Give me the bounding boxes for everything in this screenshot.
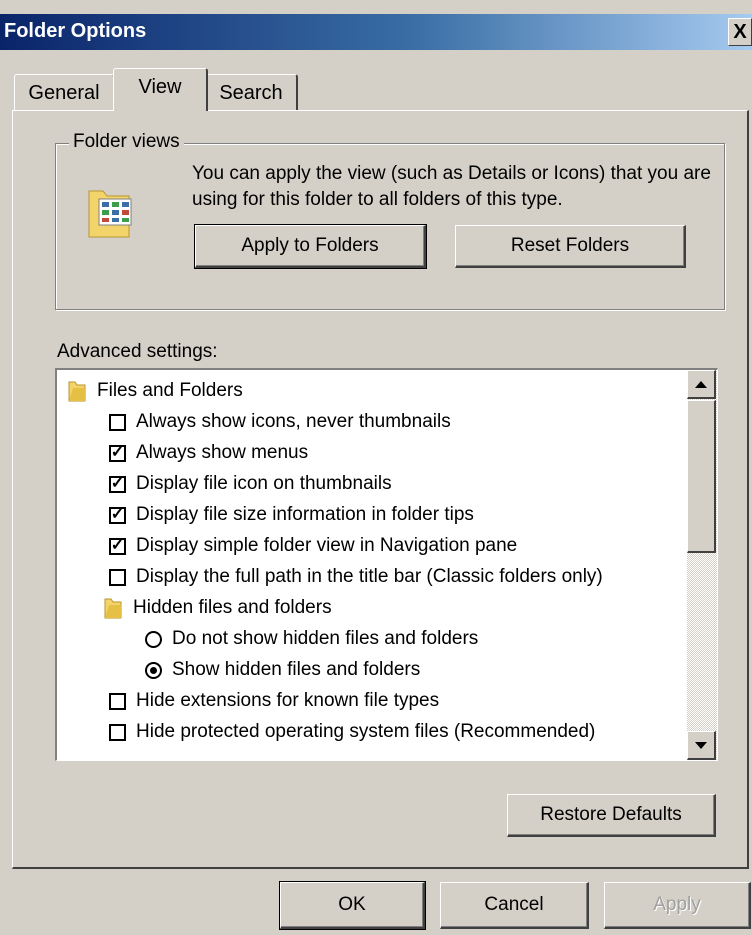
vertical-scrollbar[interactable] — [687, 370, 717, 760]
folder-icon — [104, 598, 122, 619]
cancel-button[interactable]: Cancel — [440, 882, 589, 929]
list-item-label: Always show icons, never thumbnails — [136, 411, 451, 432]
checkbox-unchecked-icon[interactable] — [109, 723, 126, 741]
folder-view-icon — [88, 190, 132, 238]
scroll-up-button[interactable] — [687, 370, 716, 399]
folder-views-description: You can apply the view (such as Details … — [192, 163, 711, 210]
ok-label: OK — [338, 894, 366, 915]
list-item-label: Display file icon on thumbnails — [136, 473, 392, 494]
list-item-label: Hidden files and folders — [133, 597, 332, 618]
title-bar[interactable]: Folder Options X — [0, 14, 752, 50]
list-item[interactable]: ✓ Display file size information in folde… — [109, 500, 474, 530]
list-item[interactable]: Files and Folders — [67, 376, 243, 406]
reset-folders-button[interactable]: Reset Folders — [455, 225, 686, 268]
checkbox-unchecked-icon[interactable] — [109, 568, 126, 586]
list-item[interactable]: Display the full path in the title bar (… — [109, 562, 603, 592]
list-item-label: Show hidden files and folders — [172, 659, 421, 680]
close-button[interactable]: X — [728, 18, 752, 46]
checkbox-checked-icon[interactable]: ✓ — [109, 444, 126, 462]
advanced-settings-list[interactable]: Files and Folders Always show icons, nev… — [55, 368, 718, 761]
list-item-label: Hide extensions for known file types — [136, 690, 440, 711]
apply-button[interactable]: Apply — [604, 882, 751, 929]
arrow-up-icon — [695, 380, 707, 388]
cancel-label: Cancel — [484, 894, 544, 915]
close-icon: X — [733, 21, 747, 43]
list-item[interactable]: Do not show hidden files and folders — [145, 624, 478, 654]
checkbox-checked-icon[interactable]: ✓ — [109, 537, 126, 555]
tab-general[interactable]: General — [14, 74, 115, 111]
list-item[interactable]: ✓ Display simple folder view in Navigati… — [109, 531, 517, 561]
list-item-label: Hide protected operating system files (R… — [136, 721, 596, 742]
reset-folders-label: Reset Folders — [510, 235, 630, 256]
restore-defaults-label: Restore Defaults — [540, 804, 682, 825]
list-item-label: Always show menus — [136, 442, 309, 463]
checkbox-checked-icon[interactable]: ✓ — [109, 475, 126, 493]
list-item-label: Files and Folders — [97, 380, 243, 401]
list-item-label: Display the full path in the title bar (… — [136, 566, 603, 587]
scroll-thumb[interactable] — [687, 400, 716, 553]
radio-unselected-icon[interactable] — [145, 630, 162, 648]
tab-search-label: Search — [219, 82, 283, 104]
apply-to-folders-label: Apply to Folders — [241, 235, 379, 256]
list-item[interactable]: Hide extensions for known file types — [109, 686, 439, 716]
list-item[interactable]: Hidden files and folders — [103, 593, 332, 623]
checkbox-unchecked-icon[interactable] — [109, 692, 126, 710]
apply-label: Apply — [653, 894, 701, 915]
list-item[interactable]: ✓ Always show menus — [109, 438, 308, 468]
radio-selected-icon[interactable] — [145, 661, 162, 679]
arrow-down-icon — [695, 741, 707, 749]
tab-search[interactable]: Search — [205, 74, 298, 111]
list-item[interactable]: Show hidden files and folders — [145, 655, 420, 685]
tab-view-label: View — [138, 76, 182, 98]
tab-view[interactable]: View — [113, 68, 208, 111]
list-item-label: Display simple folder view in Navigation… — [136, 535, 518, 556]
checkbox-unchecked-icon[interactable] — [109, 413, 126, 431]
list-item[interactable]: Hide protected operating system files (R… — [109, 717, 595, 747]
list-item-label: Display file size information in folder … — [136, 504, 474, 525]
ok-button[interactable]: OK — [279, 881, 426, 930]
apply-to-folders-button[interactable]: Apply to Folders — [194, 224, 427, 269]
scroll-down-button[interactable] — [687, 731, 716, 760]
list-item-label: Do not show hidden files and folders — [172, 628, 479, 649]
tab-general-label: General — [28, 82, 100, 104]
folder-views-legend: Folder views — [69, 131, 184, 153]
list-item[interactable]: Always show icons, never thumbnails — [109, 407, 451, 437]
window-title: Folder Options — [4, 20, 147, 42]
list-item[interactable]: ✓ Display file icon on thumbnails — [109, 469, 392, 499]
advanced-settings-label: Advanced settings: — [57, 341, 218, 362]
folder-options-dialog: Folder Options X General View Search Fol… — [0, 0, 752, 935]
restore-defaults-button[interactable]: Restore Defaults — [507, 794, 716, 837]
checkbox-checked-icon[interactable]: ✓ — [109, 506, 126, 524]
folder-icon — [68, 381, 86, 402]
view-tab-panel: Folder views You can apply the view (suc… — [12, 110, 749, 869]
